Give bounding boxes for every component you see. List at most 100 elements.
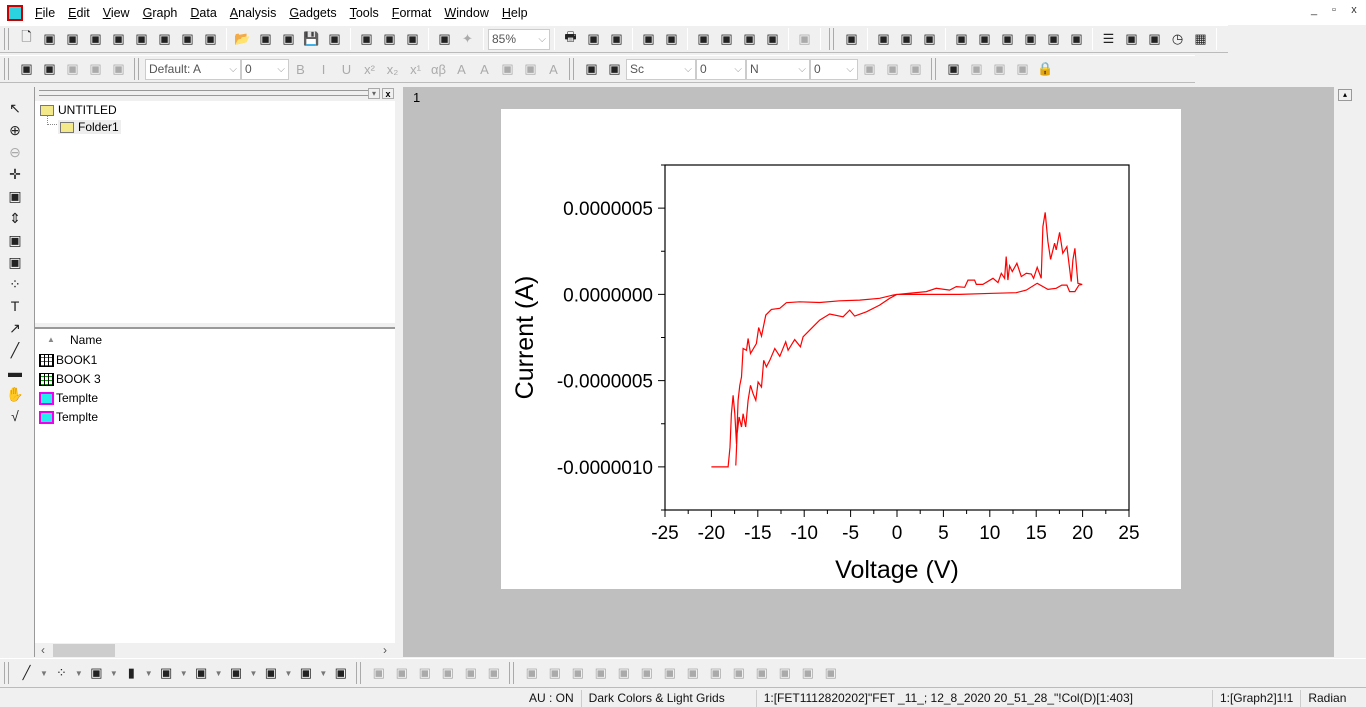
horizontal-scrollbar[interactable]: ‹ › (35, 643, 395, 658)
new-notes-icon[interactable]: ▣ (201, 29, 221, 49)
menu-window[interactable]: Window (438, 6, 495, 20)
graph-page[interactable]: -25 -20 -15 -10 -5 0 5 10 15 20 25 0.0000005 0.00000… (501, 109, 1181, 589)
menu-graph[interactable]: Graph (137, 6, 185, 20)
list-item[interactable]: BOOK1 (39, 353, 101, 372)
add-column-icon[interactable]: ▣ (795, 29, 815, 49)
color-scale-icon[interactable]: ▣ (1145, 29, 1165, 49)
layer-2x2b-icon[interactable]: ▣ (920, 29, 940, 49)
axis-top-icon[interactable]: ▣ (975, 29, 995, 49)
send-back-icon[interactable]: ▣ (729, 663, 749, 683)
dropdown-arrow-icon[interactable]: ▼ (180, 669, 188, 678)
command-window-icon[interactable]: ▣ (740, 29, 760, 49)
list-item[interactable]: Templte (39, 410, 101, 429)
plot-template-icon[interactable]: ▣ (156, 663, 176, 683)
timestamp-icon[interactable]: ◷ (1168, 29, 1188, 49)
toolbar-grip[interactable] (931, 58, 936, 80)
layer-1-icon[interactable]: ▣ (874, 29, 894, 49)
line-color-icon[interactable]: ▣ (605, 59, 625, 79)
fill-select[interactable]: N ⌵ (746, 58, 810, 80)
open-object-icon[interactable]: ▣ (40, 59, 60, 79)
tree-folder1[interactable]: Folder1 (58, 120, 121, 134)
sort-arrow-icon[interactable]: ▲ (47, 335, 55, 344)
new-layout-icon[interactable]: ▣ (178, 29, 198, 49)
legend-icon[interactable]: ☰ (1099, 29, 1119, 49)
menu-analysis[interactable]: Analysis (224, 6, 284, 20)
greek-icon[interactable]: αβ (429, 59, 449, 79)
line-plot-icon[interactable]: ╱ (17, 663, 37, 683)
project-explorer-icon[interactable]: ▣ (694, 29, 714, 49)
recalculate-icon[interactable]: ▣ (435, 29, 455, 49)
chevron-down-icon[interactable]: ⌵ (538, 34, 549, 45)
align-center-h-icon[interactable]: ▣ (614, 663, 634, 683)
grid-icon[interactable]: ▣ (883, 59, 903, 79)
dropdown-arrow-icon[interactable]: ▼ (110, 669, 118, 678)
layer-2x2-icon[interactable]: ▣ (897, 29, 917, 49)
toolbar-grip[interactable] (569, 58, 574, 80)
axis-small-icon[interactable]: ▣ (1044, 29, 1064, 49)
3d-wire-icon[interactable]: ▣ (438, 663, 458, 683)
print-icon[interactable]: 🖶 (561, 29, 581, 49)
unmask-icon[interactable]: ▣ (967, 59, 987, 79)
axis-right-icon[interactable]: ▣ (998, 29, 1018, 49)
area-plot-icon[interactable]: ▣ (226, 663, 246, 683)
axis-bottom-left-icon[interactable]: ▣ (952, 29, 972, 49)
slideshow-icon[interactable]: ▣ (584, 29, 604, 49)
dropdown-arrow-icon[interactable]: ▼ (215, 669, 223, 678)
fill-value-select[interactable]: 0 ⌵ (810, 58, 858, 80)
equation-icon[interactable]: √ (5, 406, 25, 426)
toolbar-grip[interactable] (829, 28, 834, 50)
dropdown-arrow-icon[interactable]: ▼ (284, 669, 292, 678)
import-multiple-ascii-icon[interactable]: ▣ (403, 29, 423, 49)
chevron-down-icon[interactable]: ⌵ (846, 64, 857, 75)
new-matrix-icon[interactable]: ▣ (132, 29, 152, 49)
mask-tool-icon[interactable]: ▣ (5, 252, 25, 272)
italic-icon[interactable]: I (314, 59, 334, 79)
close-button[interactable]: x (1345, 4, 1363, 20)
data-reader-icon[interactable]: ⇕ (5, 208, 25, 228)
dropdown-arrow-icon[interactable]: ▼ (250, 669, 258, 678)
align-right-icon[interactable]: ▣ (545, 663, 565, 683)
dropdown-arrow-icon[interactable]: ▼ (319, 669, 327, 678)
menu-format[interactable]: Format (386, 6, 439, 20)
explorer-close-button[interactable]: x (382, 88, 394, 99)
results-log-icon[interactable]: ▣ (717, 29, 737, 49)
image-icon[interactable]: ▣ (484, 663, 504, 683)
chevron-down-icon[interactable]: ⌵ (734, 64, 745, 75)
column-header-name[interactable]: Name (70, 333, 102, 347)
align-bottom-icon[interactable]: ▣ (591, 663, 611, 683)
rescale-icon[interactable]: ▣ (842, 29, 862, 49)
align-icon[interactable]: ▣ (498, 59, 518, 79)
axis-color-icon[interactable]: ▣ (1067, 29, 1087, 49)
align-middle2-icon[interactable]: ▣ (683, 663, 703, 683)
superscript-icon[interactable]: x² (360, 59, 380, 79)
zoom-out-icon[interactable]: ⊖ (5, 142, 25, 162)
font-size-select[interactable]: 0 ⌵ (241, 58, 289, 80)
menu-view[interactable]: View (97, 6, 137, 20)
same-height-icon[interactable]: ▣ (821, 663, 841, 683)
supsub-icon[interactable]: x¹ (406, 59, 426, 79)
polar-plot-icon[interactable]: ▣ (261, 663, 281, 683)
bold-icon[interactable]: B (291, 59, 311, 79)
code-builder-icon[interactable]: ▣ (639, 29, 659, 49)
dropdown-arrow-icon[interactable]: ▼ (145, 669, 153, 678)
new-project-icon[interactable]: 🗋 (17, 29, 37, 49)
restore-button[interactable]: ▫ (1325, 4, 1343, 20)
same-width-icon[interactable]: ▣ (798, 663, 818, 683)
save-template-icon[interactable]: ▣ (325, 29, 345, 49)
bring-front-icon[interactable]: ▣ (706, 663, 726, 683)
open-icon[interactable]: 📂 (233, 29, 253, 49)
toolbar-grip[interactable] (4, 662, 9, 684)
push-icon[interactable]: ▣ (86, 59, 106, 79)
explorer-grip[interactable] (39, 90, 369, 96)
menu-gadgets[interactable]: Gadgets (283, 6, 343, 20)
font-select[interactable]: Default: A ⌵ (145, 58, 241, 80)
table-format-icon[interactable]: ▣ (906, 59, 926, 79)
draw-data-icon[interactable]: ⁘ (5, 274, 25, 294)
list-item[interactable]: BOOK 3 (39, 372, 101, 391)
column-plot-icon[interactable]: ▮ (121, 663, 141, 683)
3d-bars-icon[interactable]: ▣ (392, 663, 412, 683)
align-top-icon[interactable]: ▣ (568, 663, 588, 683)
menu-edit[interactable]: Edit (62, 6, 97, 20)
dropdown-arrow-icon[interactable]: ▼ (75, 669, 83, 678)
template-library-icon[interactable]: ▣ (331, 663, 351, 683)
